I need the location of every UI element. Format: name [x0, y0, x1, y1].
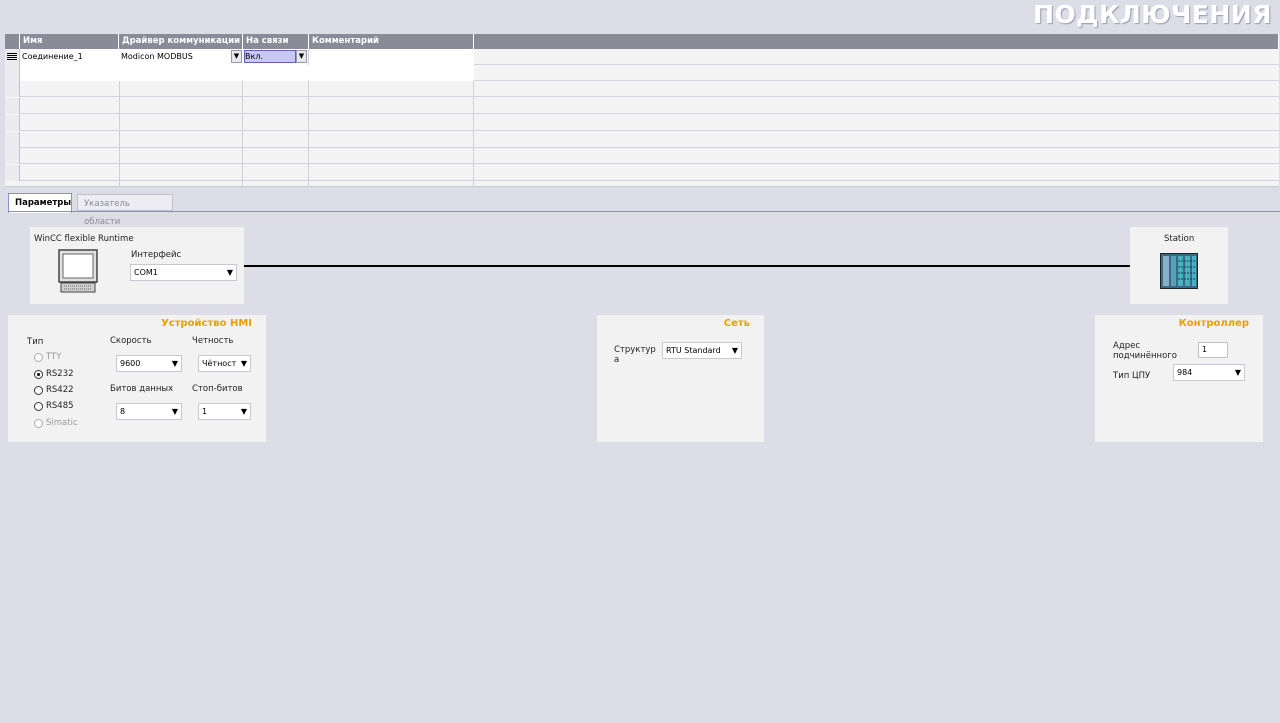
stopbits-select[interactable]: 1 ▼: [198, 403, 251, 420]
plc-icon: [1160, 253, 1198, 289]
driver-dropdown-arrow-icon[interactable]: ▼: [231, 50, 242, 63]
page-title: ПОДКЛЮЧЕНИЯ: [1033, 0, 1272, 29]
speed-label: Скорость: [110, 336, 152, 346]
slave-address-label: Адрес: [1113, 341, 1140, 351]
radio-simatic[interactable]: [34, 419, 43, 428]
stopbits-label: Стоп-битов: [192, 384, 243, 394]
online-value: Вкл.: [245, 52, 263, 61]
cpu-type-label: Тип ЦПУ: [1113, 371, 1151, 381]
row-header: [5, 115, 20, 131]
parity-value: Чётност: [202, 359, 237, 368]
cell-online[interactable]: Вкл. ▼: [243, 49, 308, 65]
cell-driver[interactable]: Modicon MODBUS ▼: [119, 49, 243, 65]
radio-tty-label: TTY: [46, 352, 62, 362]
interface-label: Интерфейс: [131, 250, 182, 260]
chevron-down-icon: ▼: [226, 268, 233, 277]
row-header: [5, 65, 20, 81]
row-header: [5, 132, 20, 148]
hmi-monitor-icon: [58, 249, 98, 293]
cell-empty[interactable]: [20, 65, 474, 81]
chevron-down-icon: ▼: [1234, 368, 1241, 377]
databits-value: 8: [120, 407, 126, 416]
chevron-down-icon: ▼: [171, 407, 178, 416]
radio-rs485[interactable]: [34, 402, 43, 411]
table-row[interactable]: Соединение_1 Modicon MODBUS ▼ Вкл. ▼: [5, 49, 1279, 65]
controller-panel: Контроллер Адрес подчинённого 1 Тип ЦПУ …: [1095, 315, 1263, 442]
row-header: [5, 148, 20, 164]
radio-rs232-label: RS232: [46, 369, 74, 379]
column-header-driver[interactable]: Драйвер коммуникации: [119, 34, 243, 49]
speed-value: 9600: [120, 359, 141, 368]
hmi-device-title: WinCC flexible Runtime: [34, 234, 134, 244]
column-header-comment[interactable]: Комментарий: [309, 34, 474, 49]
station-box: Station: [1130, 227, 1228, 304]
table-row-empty: [5, 81, 1279, 97]
table-row-empty: [5, 132, 1279, 148]
type-label: Тип: [27, 337, 44, 347]
radio-tty[interactable]: [34, 353, 43, 362]
network-panel-title: Сеть: [723, 318, 750, 329]
hmi-device-box: WinCC flexible Runtime Интерфейс COM1 ▼: [30, 227, 244, 304]
radio-rs232[interactable]: [34, 370, 43, 379]
stopbits-value: 1: [202, 407, 208, 416]
parity-select[interactable]: Чётност ▼: [198, 355, 251, 372]
table-corner: [5, 34, 20, 49]
radio-rs422-label: RS422: [46, 385, 74, 395]
tab-divider: [8, 211, 1280, 212]
hmi-panel-title: Устройство HMI: [161, 318, 252, 329]
table-row-empty: [5, 165, 1279, 181]
interface-value: COM1: [134, 268, 158, 277]
slave-address-input[interactable]: 1: [1198, 342, 1228, 358]
column-header-name[interactable]: Имя: [20, 34, 119, 49]
table-row-empty: [5, 98, 1279, 114]
radio-rs485-label: RS485: [46, 401, 74, 411]
chevron-down-icon: ▼: [731, 346, 738, 355]
column-header-empty: [474, 34, 1279, 49]
row-header: [5, 165, 20, 181]
row-handle-icon[interactable]: [5, 49, 20, 65]
station-title: Station: [1164, 234, 1195, 244]
network-panel: Сеть Структур а RTU Standard ▼: [597, 315, 764, 442]
row-header: [5, 98, 20, 114]
row-header: [5, 81, 20, 97]
tab-area-pointer[interactable]: Указатель области: [77, 194, 173, 227]
controller-panel-title: Контроллер: [1178, 318, 1249, 329]
table-row-empty: [5, 148, 1279, 164]
structure-label: Структур: [614, 345, 656, 355]
databits-label: Битов данных: [110, 384, 174, 394]
chevron-down-icon: ▼: [240, 359, 247, 368]
chevron-down-icon: ▼: [171, 359, 178, 368]
table-row-new[interactable]: [5, 65, 1279, 81]
structure-label-cont: а: [614, 355, 620, 365]
cpu-type-select[interactable]: 984 ▼: [1173, 364, 1245, 381]
databits-select[interactable]: 8 ▼: [116, 403, 182, 420]
structure-value: RTU Standard: [666, 346, 721, 355]
chevron-down-icon: ▼: [240, 407, 247, 416]
slave-address-label-cont: подчинённого: [1113, 351, 1177, 361]
online-dropdown-arrow-icon[interactable]: ▼: [296, 50, 307, 63]
cell-name[interactable]: Соединение_1: [20, 49, 119, 65]
structure-select[interactable]: RTU Standard ▼: [662, 342, 742, 359]
interface-select[interactable]: COM1 ▼: [130, 264, 237, 281]
table-row-empty: [5, 115, 1279, 131]
tab-parameters[interactable]: Параметры: [8, 193, 72, 213]
speed-select[interactable]: 9600 ▼: [116, 355, 182, 372]
connection-line: [244, 265, 1130, 267]
driver-value: Modicon MODBUS: [121, 52, 193, 61]
radio-rs422[interactable]: [34, 386, 43, 395]
column-header-online[interactable]: На связи: [243, 34, 309, 49]
cell-comment[interactable]: [309, 49, 474, 65]
cpu-type-value: 984: [1177, 368, 1193, 377]
connections-table: Имя Драйвер коммуникации На связи Коммен…: [5, 34, 1279, 187]
radio-simatic-label: Simatic: [46, 418, 78, 428]
parity-label: Четность: [192, 336, 234, 346]
hmi-panel: Устройство HMI Тип TTY RS232 RS422 RS485…: [8, 315, 266, 442]
